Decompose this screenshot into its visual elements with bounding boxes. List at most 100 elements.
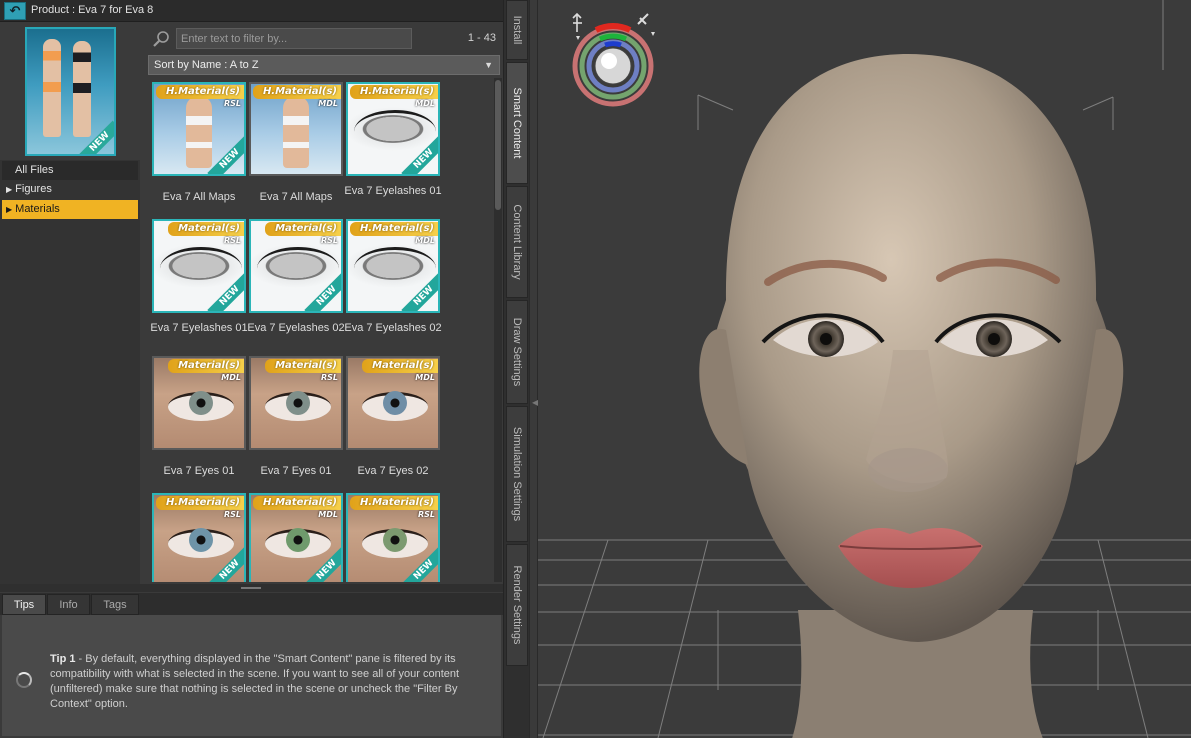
tab-info[interactable]: Info <box>47 594 90 615</box>
tab-tags[interactable]: Tags <box>91 594 139 615</box>
sort-dropdown[interactable]: Sort by Name : A to Z ▼ <box>148 55 500 75</box>
tab-label: Render Settings <box>511 565 523 645</box>
content-tile[interactable]: H.Material(s) RSL NEW <box>346 493 440 582</box>
3d-viewport[interactable] <box>538 0 1191 738</box>
material-banner: H.Material(s) <box>349 496 438 510</box>
result-count: 1 - 43 <box>467 32 496 44</box>
content-tile[interactable]: Material(s) MDL <box>152 356 246 450</box>
figure-illustration <box>43 39 61 137</box>
category-label: Materials <box>15 203 60 215</box>
filter-bar: 1 - 43 <box>148 27 500 51</box>
material-banner: Material(s) <box>362 359 438 373</box>
scrollbar-thumb[interactable] <box>495 80 501 210</box>
product-thumbnail-area: NEW <box>0 23 140 160</box>
render-type-tag: MDL <box>221 373 241 382</box>
tab-draw-settings[interactable]: Draw Settings <box>506 300 528 404</box>
back-button[interactable]: ↶ <box>4 2 26 20</box>
content-tile[interactable]: H.Material(s) RSL NEW <box>152 82 246 176</box>
material-banner: H.Material(s) <box>252 496 341 510</box>
tile-label[interactable]: Eva 7 All Maps <box>246 190 346 204</box>
tip-body: - By default, everything displayed in th… <box>50 653 460 710</box>
tip-text: Tip 1 - By default, everything displayed… <box>50 652 490 712</box>
content-tile[interactable]: Material(s) RSL NEW <box>152 219 246 313</box>
product-thumbnail[interactable]: NEW <box>25 27 116 156</box>
material-banner: H.Material(s) <box>349 85 438 99</box>
content-grid: H.Material(s) RSL NEW Eva 7 All Maps H.Mater… <box>146 78 494 582</box>
tab-label: Draw Settings <box>511 317 523 387</box>
material-banner: Material(s) <box>265 359 341 373</box>
expand-arrow-icon[interactable]: ▶ <box>6 185 12 194</box>
sort-label: Sort by Name : A to Z <box>154 59 259 71</box>
content-tile[interactable]: Material(s) RSL <box>249 356 343 450</box>
filter-input[interactable] <box>176 28 412 49</box>
render-type-tag: RSL <box>223 99 241 108</box>
category-all-files[interactable]: All Files <box>2 161 138 180</box>
render-type-tag: MDL <box>318 510 338 519</box>
render-type-tag: RSL <box>320 373 338 382</box>
render-type-tag: RSL <box>417 510 435 519</box>
spinner-icon <box>16 672 32 688</box>
render-type-tag: RSL <box>223 510 241 519</box>
tab-label: Smart Content <box>511 87 523 159</box>
product-column: NEW All Files ▶ Figures ▶ Materials <box>0 23 140 584</box>
content-tile[interactable]: Material(s) RSL NEW <box>249 219 343 313</box>
tip-title: Tip 1 <box>50 653 76 665</box>
viewport-splitter[interactable]: ◀ <box>529 0 538 738</box>
side-tab-strip: Install Smart Content Content Library Dr… <box>503 0 529 738</box>
product-title: Product : Eva 7 for Eva 8 <box>31 4 154 16</box>
tile-label[interactable]: Eva 7 Eyes 01 <box>246 464 346 478</box>
chevron-down-icon: ▼ <box>484 60 493 70</box>
figure-illustration <box>73 41 91 137</box>
category-label: Figures <box>15 183 52 195</box>
category-figures[interactable]: ▶ Figures <box>2 180 138 199</box>
pane-divider[interactable] <box>0 584 503 592</box>
material-banner: Material(s) <box>168 222 244 236</box>
tips-tab-bar: Tips Info Tags <box>0 593 503 615</box>
content-tile[interactable]: H.Material(s) MDL <box>249 82 343 176</box>
tips-panel: Tip 1 - By default, everything displayed… <box>2 615 501 736</box>
tile-label[interactable]: Eva 7 All Maps <box>149 190 249 204</box>
content-tile[interactable]: H.Material(s) MDL NEW <box>346 82 440 176</box>
tab-install[interactable]: Install <box>506 0 528 60</box>
material-banner: Material(s) <box>265 222 341 236</box>
tab-simulation-settings[interactable]: Simulation Settings <box>506 406 528 542</box>
grid-scrollbar[interactable] <box>494 78 502 582</box>
material-banner: H.Material(s) <box>155 85 244 99</box>
navigation-gizmo-icon[interactable] <box>568 8 658 108</box>
content-pane: ↶ Product : Eva 7 for Eva 8 NEW All File… <box>0 0 503 738</box>
category-materials[interactable]: ▶ Materials <box>2 200 138 219</box>
tile-label[interactable]: Eva 7 Eyelashes 02 <box>246 321 346 335</box>
material-banner: Material(s) <box>168 359 244 373</box>
content-tile[interactable]: H.Material(s) RSL NEW <box>152 493 246 582</box>
tab-render-settings[interactable]: Render Settings <box>506 544 528 666</box>
divider-grip[interactable] <box>241 587 261 589</box>
render-type-tag: MDL <box>415 236 435 245</box>
title-bar: ↶ Product : Eva 7 for Eva 8 <box>0 0 503 22</box>
tile-label[interactable]: Eva 7 Eyelashes 01 <box>149 321 249 335</box>
material-banner: H.Material(s) <box>155 496 244 510</box>
content-tile[interactable]: H.Material(s) MDL NEW <box>346 219 440 313</box>
3d-head-model <box>699 54 1124 738</box>
tab-label: Content Library <box>511 204 523 280</box>
tile-label[interactable]: Eva 7 Eyelashes 01 <box>343 184 443 198</box>
back-arrow-icon: ↶ <box>9 3 21 18</box>
render-type-tag: RSL <box>320 236 338 245</box>
tab-label: Install <box>511 15 523 45</box>
tile-label[interactable]: Eva 7 Eyes 02 <box>343 464 443 478</box>
material-banner: H.Material(s) <box>349 222 438 236</box>
magnifier-icon[interactable] <box>151 30 173 48</box>
tab-tips[interactable]: Tips <box>2 594 46 615</box>
tab-content-library[interactable]: Content Library <box>506 186 528 298</box>
render-type-tag: MDL <box>415 99 435 108</box>
content-tile[interactable]: H.Material(s) MDL NEW <box>249 493 343 582</box>
tile-label[interactable]: Eva 7 Eyelashes 02 <box>343 321 443 335</box>
tile-label[interactable]: Eva 7 Eyes 01 <box>149 464 249 478</box>
category-label: All Files <box>15 164 54 176</box>
render-type-tag: MDL <box>318 99 338 108</box>
expand-arrow-icon[interactable]: ▶ <box>6 205 12 214</box>
tab-smart-content[interactable]: Smart Content <box>506 62 528 184</box>
content-tile[interactable]: Material(s) MDL <box>346 356 440 450</box>
material-banner: H.Material(s) <box>252 85 341 99</box>
render-type-tag: RSL <box>223 236 241 245</box>
render-type-tag: MDL <box>415 373 435 382</box>
